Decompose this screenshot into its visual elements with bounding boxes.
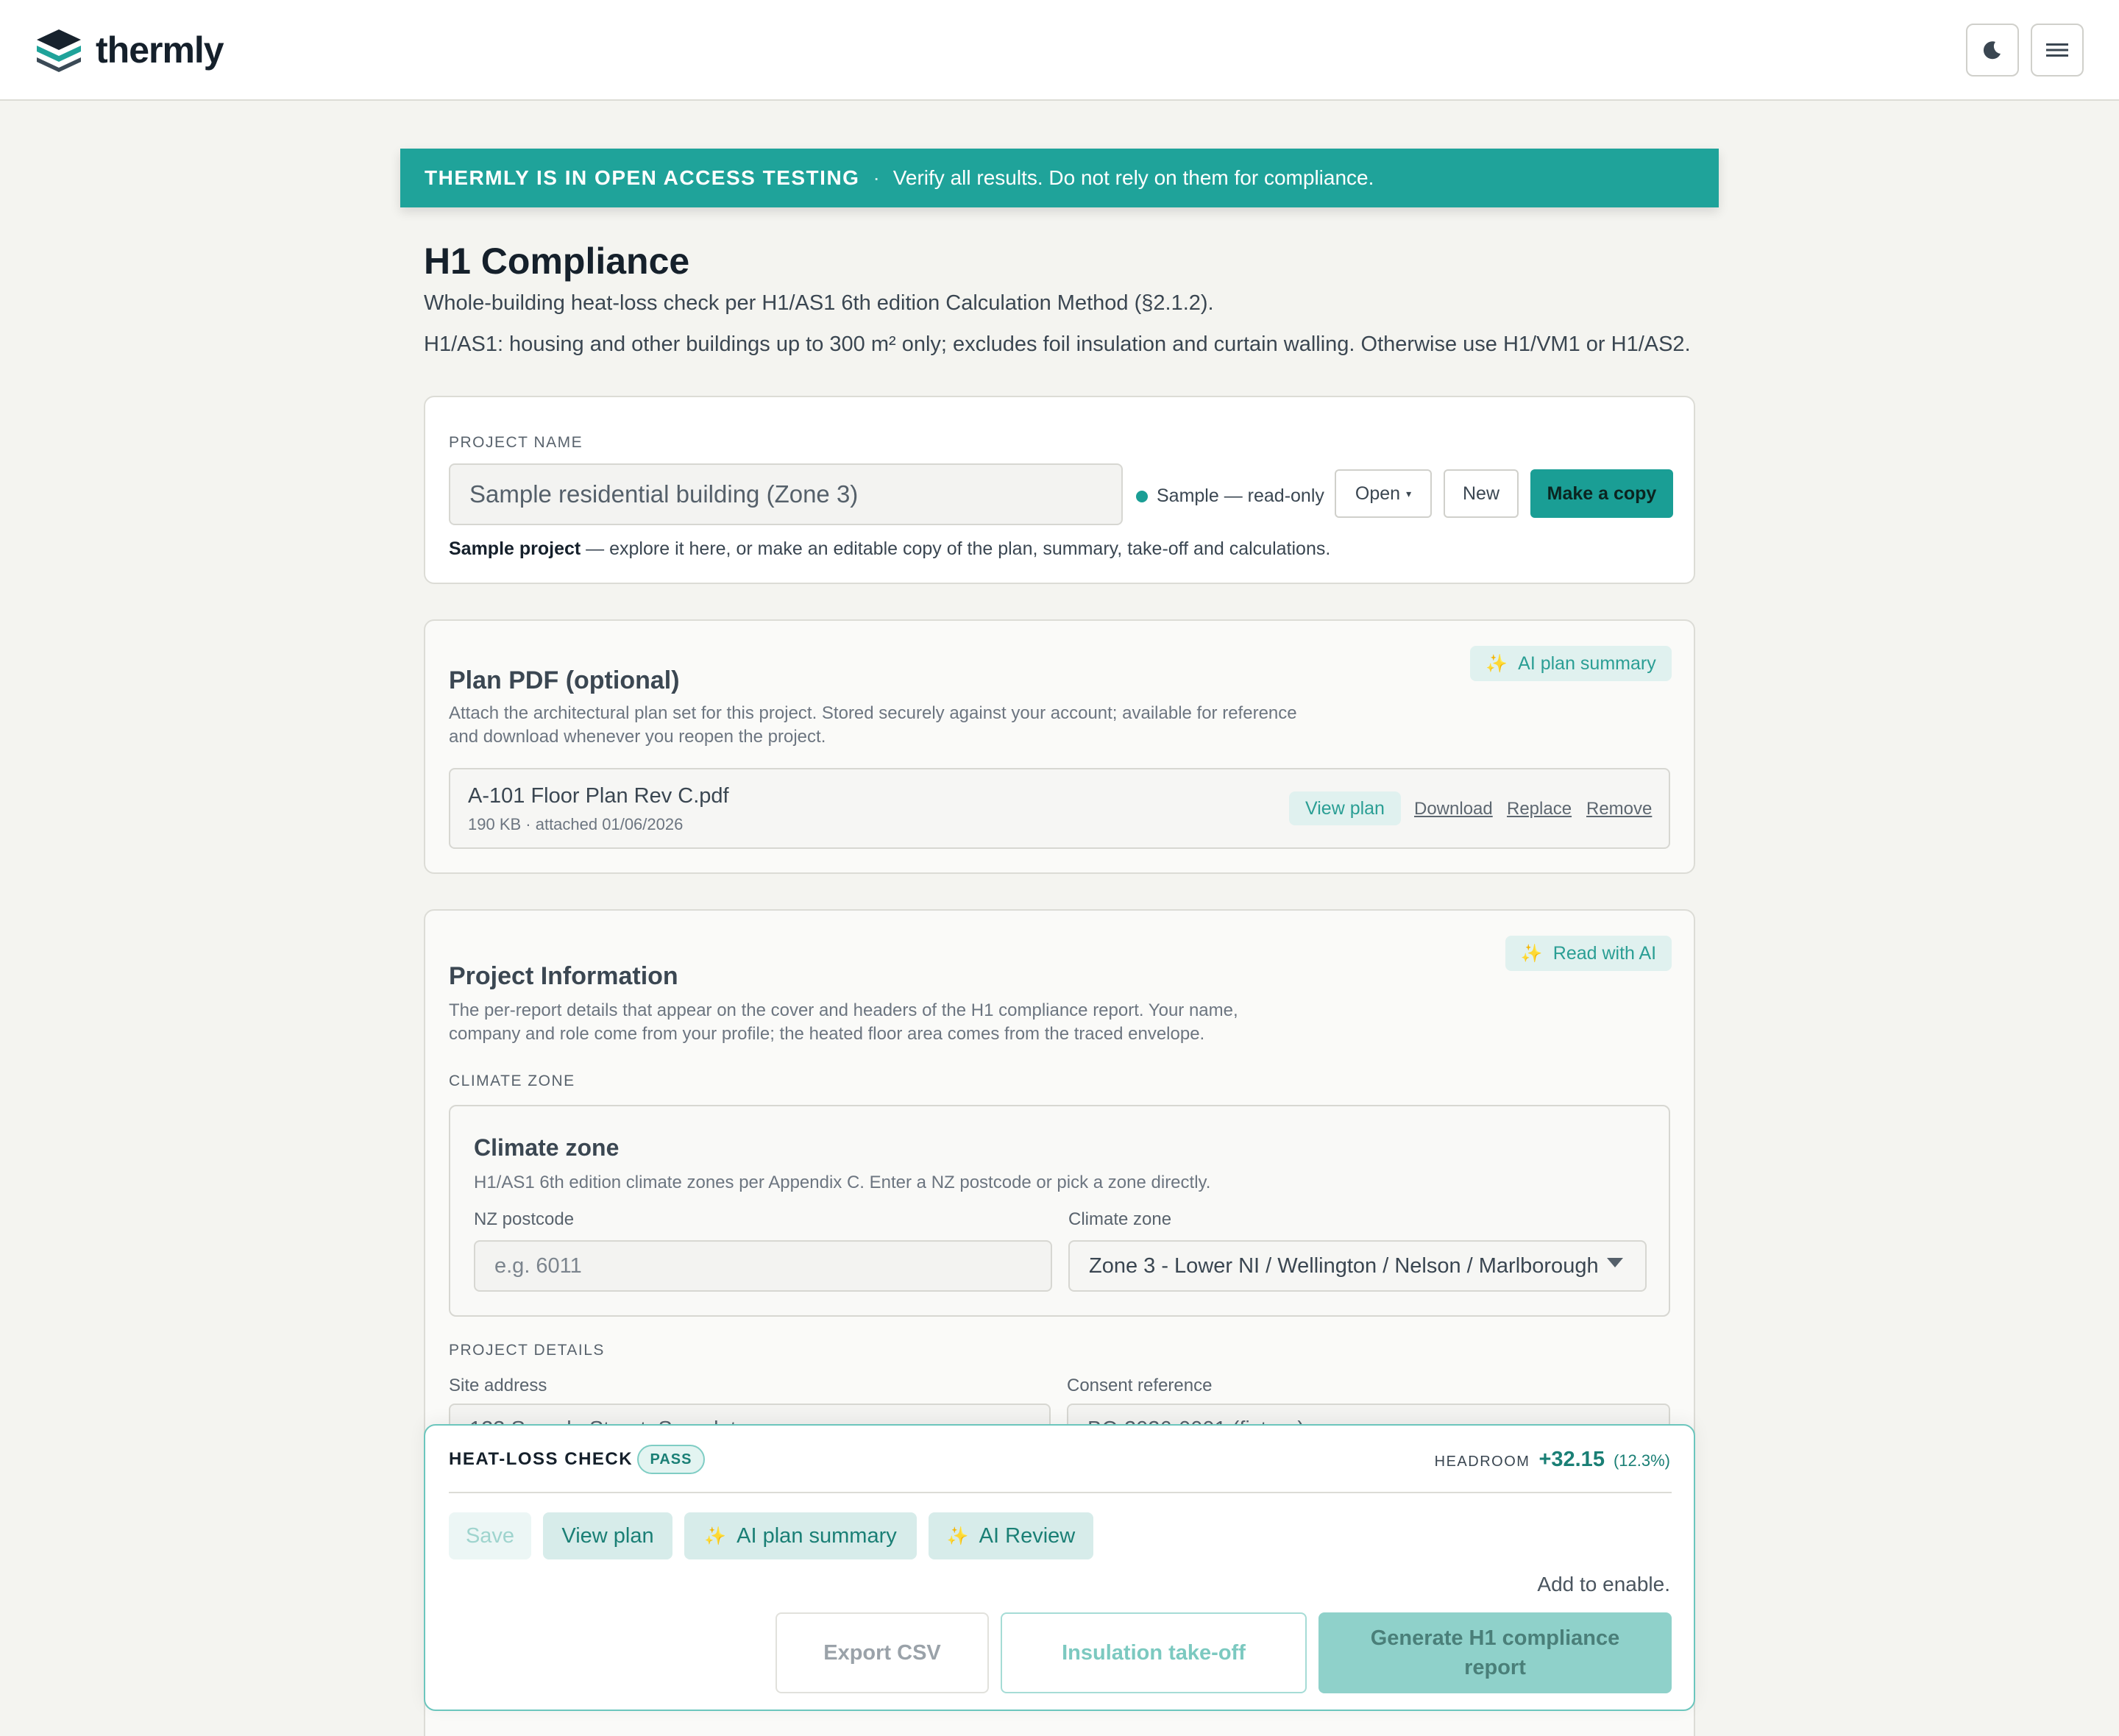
headroom-value: +32.15 (1538, 1448, 1605, 1471)
climate-zone-title: Climate zone (474, 1134, 620, 1161)
top-bar: thermly (0, 0, 2119, 101)
replace-link[interactable]: Replace (1507, 799, 1572, 819)
climate-zone-label: Climate zone (1068, 1209, 1172, 1229)
logo[interactable]: thermly (34, 25, 224, 75)
generate-report-button[interactable]: Generate H1 compliance report (1318, 1612, 1672, 1693)
plan-file-meta: 190 KB · attached 01/06/2026 (468, 815, 684, 833)
menu-button[interactable] (2031, 24, 2084, 77)
status-dot-icon (1136, 490, 1148, 502)
moon-icon (1983, 41, 2001, 60)
menu-icon (2046, 43, 2068, 57)
app-name: thermly (96, 29, 224, 71)
headroom-readout: HEADROOM +32.15 (12.3%) (1435, 1448, 1670, 1472)
page-title: H1 Compliance (424, 241, 690, 282)
banner-title: THERMLY IS IN OPEN ACCESS TESTING (425, 166, 860, 189)
climate-zone-value: Zone 3 - Lower NI / Wellington / Nelson … (1089, 1253, 1599, 1278)
testing-banner: THERMLY IS IN OPEN ACCESS TESTING · Veri… (400, 149, 1719, 207)
ai-review-button[interactable]: ✨ AI Review (929, 1512, 1093, 1559)
heat-loss-check-panel: HEAT-LOSS CHECK PASS HEADROOM +32.15 (12… (424, 1424, 1695, 1711)
sparkle-icon: ✨ (1486, 653, 1508, 674)
enable-hint: Add to enable. (1537, 1573, 1670, 1596)
pass-badge: PASS (637, 1445, 705, 1474)
headroom-percent: (12.3%) (1613, 1451, 1670, 1470)
theme-toggle-button[interactable] (1966, 24, 2019, 77)
postcode-label: NZ postcode (474, 1209, 575, 1229)
climate-zone-panel: Climate zone H1/AS1 6th edition climate … (449, 1105, 1670, 1317)
view-plan-action-button[interactable]: View plan (543, 1512, 672, 1559)
climate-zone-select[interactable]: Zone 3 - Lower NI / Wellington / Nelson … (1068, 1240, 1647, 1292)
project-status: Sample — read-only (1136, 485, 1324, 507)
export-csv-button[interactable]: Export CSV (775, 1612, 989, 1693)
headroom-label: HEADROOM (1434, 1454, 1530, 1470)
layers-logo-icon (37, 29, 81, 72)
page-scope-note: H1/AS1: housing and other buildings up t… (424, 332, 1691, 356)
chevron-down-icon: ▾ (1406, 487, 1412, 499)
new-project-button[interactable]: New (1444, 469, 1519, 518)
make-copy-button[interactable]: Make a copy (1530, 469, 1673, 518)
plan-file-name: A-101 Floor Plan Rev C.pdf (468, 784, 729, 808)
read-with-ai-button[interactable]: ✨ Read with AI (1505, 936, 1672, 971)
download-link[interactable]: Download (1414, 799, 1493, 819)
project-name-label: PROJECT NAME (449, 434, 583, 451)
sparkle-icon: ✨ (704, 1526, 727, 1546)
page-subtitle: Whole-building heat-loss check per H1/AS… (424, 291, 1214, 315)
sparkle-icon: ✨ (1520, 943, 1543, 964)
chevron-down-icon (1607, 1258, 1623, 1267)
insulation-takeoff-button[interactable]: Insulation take-off (1001, 1612, 1307, 1693)
plan-description: Attach the architectural plan set for th… (449, 703, 1297, 747)
info-title: Project Information (449, 962, 678, 990)
info-description: The per-report details that appear on th… (449, 1000, 1238, 1044)
consent-reference-label: Consent reference (1067, 1376, 1213, 1395)
open-label: Open (1355, 483, 1401, 504)
climate-zone-description: H1/AS1 6th edition climate zones per App… (474, 1173, 1211, 1192)
sparkle-icon: ✨ (946, 1526, 969, 1546)
banner-separator: · (873, 166, 880, 189)
site-address-label: Site address (449, 1376, 547, 1395)
project-name-card: PROJECT NAME Sample residential building… (424, 396, 1695, 584)
ai-plan-summary-action-button[interactable]: ✨ AI plan summary (684, 1512, 917, 1559)
save-button[interactable]: Save (449, 1512, 531, 1559)
sample-note-text: — explore it here, or make an editable c… (581, 538, 1331, 559)
read-with-ai-label: Read with AI (1552, 942, 1657, 964)
view-plan-button[interactable]: View plan (1289, 791, 1401, 825)
ai-plan-summary-button[interactable]: ✨ AI plan summary (1470, 646, 1672, 681)
plan-title: Plan PDF (optional) (449, 666, 680, 694)
ai-plan-summary-label: AI plan summary (1518, 652, 1656, 674)
sample-note-strong: Sample project (449, 538, 581, 559)
postcode-input[interactable]: e.g. 6011 (474, 1240, 1052, 1292)
plan-pdf-card: ✨ AI plan summary Plan PDF (optional) At… (424, 619, 1695, 874)
ai-plan-summary-action-label: AI plan summary (736, 1523, 897, 1548)
remove-link[interactable]: Remove (1586, 799, 1652, 819)
plan-file-row: A-101 Floor Plan Rev C.pdf 190 KB · atta… (449, 768, 1670, 849)
ai-review-label: AI Review (979, 1523, 1076, 1548)
project-name-input[interactable]: Sample residential building (Zone 3) (449, 463, 1123, 525)
project-status-text: Sample — read-only (1157, 485, 1324, 506)
panel-divider (449, 1492, 1672, 1493)
banner-text: Verify all results. Do not rely on them … (892, 166, 1374, 189)
heat-loss-check-title: HEAT-LOSS CHECK (449, 1449, 633, 1469)
sample-note: Sample project — explore it here, or mak… (449, 538, 1330, 560)
details-section-label: PROJECT DETAILS (449, 1342, 605, 1359)
open-project-button[interactable]: Open ▾ (1335, 469, 1432, 518)
climate-section-label: CLIMATE ZONE (449, 1072, 575, 1089)
